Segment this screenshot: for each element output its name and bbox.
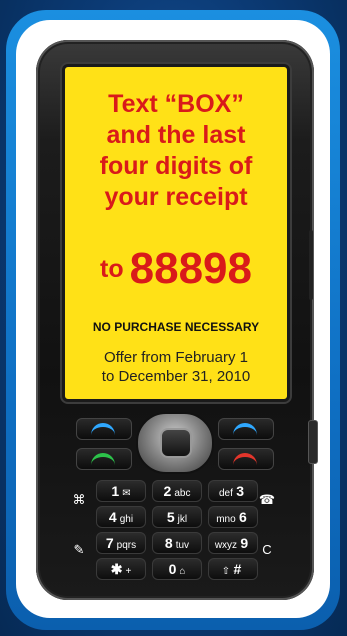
key-7[interactable]: 7 pqrs (96, 532, 146, 554)
right-softkey-mark (233, 423, 257, 437)
short-code-number: 88898 (129, 244, 252, 293)
offer-dates: Offer from February 1 to December 31, 20… (65, 348, 287, 386)
left-softkey[interactable] (76, 418, 132, 440)
key-1[interactable]: 1 ✉ (96, 480, 146, 502)
key-letters: mno (216, 514, 236, 525)
key-number: 6 (239, 509, 247, 525)
phone-side-button (308, 420, 318, 464)
offer-line: Offer from February 1 (104, 349, 248, 366)
clear-key[interactable]: C (254, 538, 280, 562)
key-star[interactable]: ✱ + (96, 558, 146, 580)
headline-line: Text “BOX” (108, 90, 244, 118)
space-icon: ⌂ (179, 566, 186, 577)
key-number: 1 (111, 483, 120, 499)
headline-line: your receipt (104, 183, 248, 211)
nav-select-button[interactable] (160, 428, 192, 458)
headline: Text “BOX” and the last four digits of y… (65, 89, 287, 213)
key-number: 0 (168, 561, 177, 577)
key-number: # (233, 561, 242, 577)
key-4[interactable]: 4 ghi (96, 506, 146, 528)
end-call-icon (233, 453, 257, 467)
left-softkey-mark (91, 423, 115, 437)
key-hash[interactable]: ⇧ # (208, 558, 258, 580)
key-number: 2 (163, 483, 172, 499)
headline-line: and the last (106, 121, 246, 149)
key-letters: + (125, 566, 132, 577)
pencil-icon[interactable]: ✎ (66, 538, 92, 562)
key-number: 7 (105, 535, 114, 551)
key-letters: def (218, 488, 233, 499)
key-letters: abc (174, 488, 191, 499)
key-5[interactable]: 5 jkl (152, 506, 202, 528)
key-letters: wxyz (214, 540, 238, 551)
headline-line: four digits of (99, 152, 253, 180)
call-icon (91, 453, 115, 467)
star-icon: ✱ (110, 561, 123, 577)
key-letters: jkl (177, 514, 188, 525)
key-number: 4 (108, 509, 117, 525)
shift-icon: ⇧ (221, 566, 231, 577)
key-6[interactable]: mno 6 (208, 506, 258, 528)
voicemail-icon: ✉ (122, 488, 131, 499)
offer-line: to December 31, 2010 (101, 368, 251, 385)
short-code: to 88898 (65, 244, 287, 294)
key-letters: tuv (175, 540, 190, 551)
command-icon[interactable]: ⌘ (66, 488, 92, 512)
short-code-prefix: to (100, 255, 124, 283)
speakerphone-icon[interactable]: ☎ (254, 488, 280, 512)
key-2[interactable]: 2 abc (152, 480, 202, 502)
right-softkey[interactable] (218, 418, 274, 440)
phone-side-slot (309, 230, 313, 300)
key-0[interactable]: 0 ⌂ (152, 558, 202, 580)
key-3[interactable]: def 3 (208, 480, 258, 502)
key-9[interactable]: wxyz 9 (208, 532, 258, 554)
call-key[interactable] (76, 448, 132, 470)
disclaimer: NO PURCHASE NECESSARY (92, 320, 260, 334)
key-number: 9 (240, 535, 249, 551)
key-number: 3 (236, 483, 245, 499)
key-number: 5 (166, 509, 175, 525)
key-letters: pqrs (116, 540, 137, 551)
phone-screen: Text “BOX” and the last four digits of y… (62, 64, 290, 402)
key-8[interactable]: 8 tuv (152, 532, 202, 554)
key-letters: ghi (119, 514, 134, 525)
end-key[interactable] (218, 448, 274, 470)
key-number: 8 (164, 535, 173, 551)
